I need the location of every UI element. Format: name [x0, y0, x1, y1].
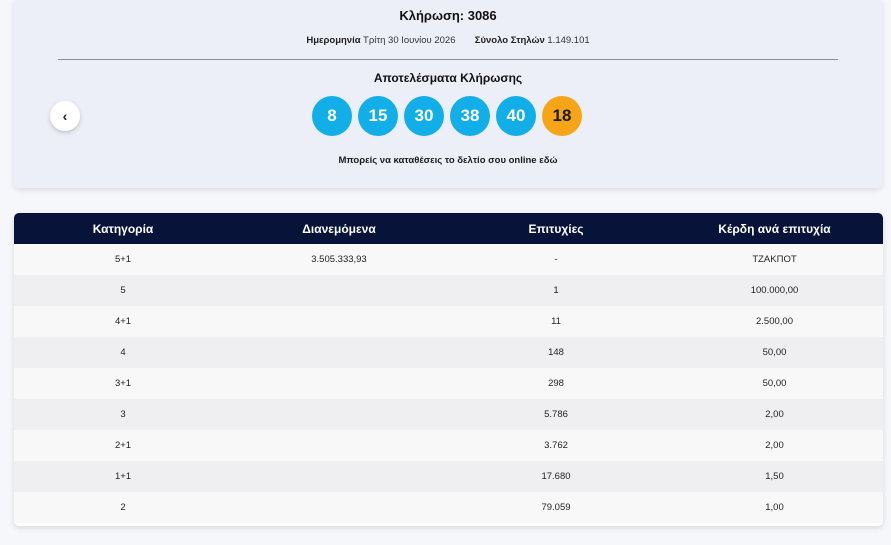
table-row: 3 5.786 2,00 [14, 399, 883, 430]
number-ball: 40 [496, 96, 536, 136]
cell-prize: 50,00 [762, 378, 787, 389]
cell-category: 2+1 [114, 440, 132, 451]
number-ball: 30 [404, 96, 444, 136]
header-winners: Επιτυχίες [528, 221, 584, 236]
cell-category: 2 [120, 502, 126, 513]
cell-prize: 1,00 [765, 502, 784, 513]
table-row: 4+1 11 2.500,00 [14, 306, 883, 337]
cell-prize: 50,00 [762, 347, 787, 358]
number-ball: 8 [312, 96, 352, 136]
cell-winners: - [554, 254, 558, 265]
cell-category: 4 [120, 347, 126, 358]
cell-category: 3+1 [114, 378, 132, 389]
cell-winners: 5.786 [544, 409, 568, 420]
cell-winners: 3.762 [544, 440, 568, 451]
cell-prize: 2,00 [765, 440, 784, 451]
cell-prize: 2.500,00 [756, 316, 793, 327]
header-prize-per-winner: Κέρδη ανά επιτυχία [718, 221, 831, 236]
number-ball: 38 [450, 96, 490, 136]
previous-draw-button[interactable]: ‹ [50, 101, 80, 131]
columns-value: 1.149.101 [547, 35, 590, 46]
table-row: 2+1 3.762 2,00 [14, 430, 883, 461]
number-ball: 15 [358, 96, 398, 136]
header-distributed: Διανεμόμενα [302, 221, 376, 236]
table-row: 1+1 17.680 1,50 [14, 461, 883, 492]
cell-prize: 2,00 [765, 409, 784, 420]
cell-prize: 1,50 [765, 471, 784, 482]
cell-winners: 11 [551, 316, 561, 327]
bonus-ball: 18 [542, 96, 582, 136]
cell-category: 3 [120, 409, 126, 420]
winning-numbers: 8 15 30 38 40 18 [312, 96, 582, 136]
table-row: 2 79.059 1,00 [14, 492, 883, 523]
results-title: Αποτελέσματα Κλήρωσης [373, 71, 523, 85]
cell-winners: 79.059 [541, 502, 571, 513]
prize-table: Κατηγορία Διανεμόμενα Επιτυχίες Κέρδη αν… [14, 213, 883, 526]
cell-category: 5+1 [114, 254, 132, 265]
table-row: 5 1 100.000,00 [14, 275, 883, 306]
divider [58, 59, 838, 60]
online-ticket-link[interactable]: Μπορείς να καταθέσεις το δελτίο σου onli… [14, 155, 882, 166]
cell-distributed: 3.505.333,93 [311, 254, 367, 265]
table-row: 4 148 50,00 [14, 337, 883, 368]
cell-prize: 100.000,00 [750, 285, 799, 296]
cell-category: 4+1 [114, 316, 132, 327]
table-row: 5+1 3.505.333,93 - ΤΖΑΚΠΟΤ [14, 244, 883, 275]
cell-prize: ΤΖΑΚΠΟΤ [752, 254, 797, 265]
cell-category: 1+1 [114, 471, 132, 482]
cell-category: 5 [120, 285, 126, 296]
cell-winners: 148 [548, 347, 564, 358]
draw-title: Κλήρωση: 3086 [399, 8, 497, 23]
cell-winners: 17.680 [541, 471, 571, 482]
cell-winners: 298 [548, 378, 564, 389]
date-label: Ημερομηνία [306, 35, 361, 46]
table-header: Κατηγορία Διανεμόμενα Επιτυχίες Κέρδη αν… [14, 213, 883, 244]
columns-label: Σύνολο Στηλών [474, 35, 545, 46]
draw-info-panel: Κλήρωση: 3086 Ημερομηνία Τρίτη 30 Ιουνίο… [14, 0, 882, 188]
date-value: Τρίτη 30 Ιουνίου 2026 [363, 35, 456, 46]
cell-winners: 1 [553, 285, 559, 296]
header-category: Κατηγορία [92, 221, 154, 236]
chevron-left-icon: ‹ [62, 108, 68, 124]
draw-meta: Ημερομηνία Τρίτη 30 Ιουνίου 2026 Σύνολο … [14, 35, 882, 46]
table-row: 3+1 298 50,00 [14, 368, 883, 399]
